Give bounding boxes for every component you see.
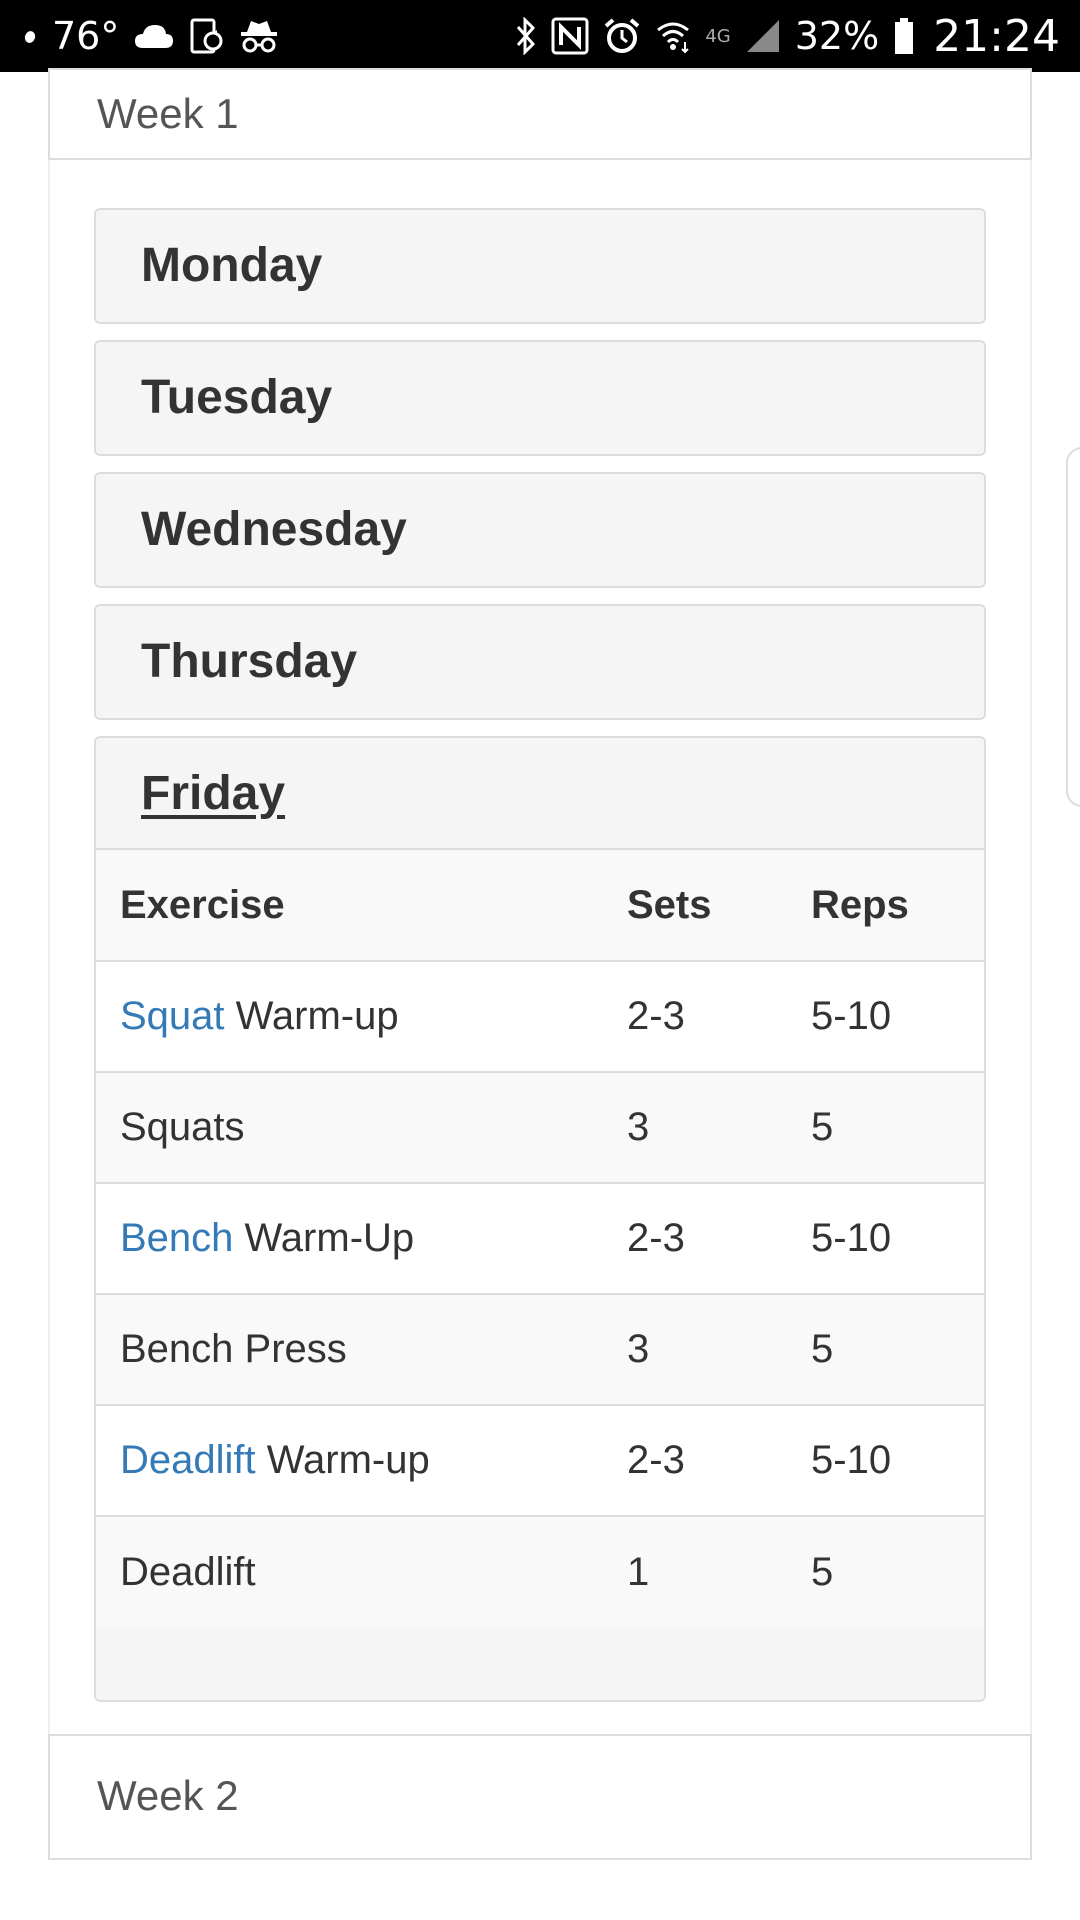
reps-cell: 5-10 xyxy=(787,960,984,1072)
reps-cell: 5 xyxy=(787,1293,984,1405)
sets-cell: 2-3 xyxy=(603,1182,787,1294)
wifi-icon xyxy=(655,18,691,54)
nfc-icon xyxy=(551,17,589,55)
exercise-link-deadlift[interactable]: Deadlift xyxy=(120,1438,256,1482)
day-title-monday: Monday xyxy=(141,239,323,292)
location-dot-icon xyxy=(22,28,38,44)
table-row: Deadlift Warm-up 2-3 5-10 xyxy=(96,1404,984,1516)
day-title-thursday: Thursday xyxy=(141,635,358,688)
battery-icon xyxy=(893,17,915,55)
status-bar-left: 76° xyxy=(22,14,279,58)
sets-cell: 3 xyxy=(603,1293,787,1405)
exercise-cell: Bench Warm-Up xyxy=(96,1182,603,1294)
reps-cell: 5-10 xyxy=(787,1404,984,1516)
table-row: Squats 3 5 xyxy=(96,1071,984,1183)
exercise-cell: Squats xyxy=(96,1071,603,1183)
battery-percent: 32% xyxy=(794,14,880,58)
reps-cell: 5-10 xyxy=(787,1182,984,1294)
day-panel-monday[interactable]: Monday xyxy=(94,208,986,324)
exercise-cell: Squat Warm-up xyxy=(96,960,603,1072)
edge-panel-handle[interactable] xyxy=(1066,447,1080,807)
exercise-cell: Bench Press xyxy=(96,1293,603,1405)
week-2-panel-heading[interactable]: Week 2 xyxy=(48,1734,1032,1860)
sets-cell: 1 xyxy=(603,1515,787,1627)
exercise-table: Exercise Sets Reps Squat Warm-up 2-3 5-1… xyxy=(96,850,984,1627)
column-header-sets: Sets xyxy=(603,850,787,961)
cloud-icon xyxy=(133,22,175,50)
table-row: Squat Warm-up 2-3 5-10 xyxy=(96,960,984,1072)
status-bar: 76° 4G 32% 21:24 xyxy=(0,0,1080,72)
page-content: Week 1 Monday Tuesday Wednesday Thursday… xyxy=(0,68,1080,1920)
day-title-friday[interactable]: Friday xyxy=(141,766,285,821)
exercise-link-squat[interactable]: Squat xyxy=(120,994,225,1038)
alarm-icon xyxy=(603,17,641,55)
day-panel-friday: Friday Exercise Sets Reps Squat Warm-up … xyxy=(94,736,986,1702)
sets-cell: 2-3 xyxy=(603,960,787,1072)
day-panel-wednesday[interactable]: Wednesday xyxy=(94,472,986,588)
status-bar-right: 4G 32% 21:24 xyxy=(515,11,1060,62)
day-panel-friday-heading[interactable]: Friday xyxy=(96,738,984,850)
week-2-title: Week 2 xyxy=(97,1772,239,1819)
signal-icon xyxy=(745,18,781,54)
exercise-cell: Deadlift Warm-up xyxy=(96,1404,603,1516)
day-panel-thursday[interactable]: Thursday xyxy=(94,604,986,720)
table-row: Bench Warm-Up 2-3 5-10 xyxy=(96,1182,984,1294)
week-1-title: Week 1 xyxy=(97,90,239,137)
day-title-tuesday: Tuesday xyxy=(141,371,333,424)
temperature: 76° xyxy=(52,14,120,58)
day-panel-tuesday[interactable]: Tuesday xyxy=(94,340,986,456)
week-1-panel-heading[interactable]: Week 1 xyxy=(48,68,1032,160)
exercise-text: Warm-up xyxy=(255,1438,430,1482)
exercise-text: Warm-up xyxy=(224,994,399,1038)
sets-cell: 3 xyxy=(603,1071,787,1183)
table-row: Deadlift 1 5 xyxy=(96,1515,984,1627)
table-row: Bench Press 3 5 xyxy=(96,1293,984,1405)
screen-rotate-icon xyxy=(189,17,225,55)
exercise-link-bench[interactable]: Bench xyxy=(120,1216,233,1260)
reps-cell: 5 xyxy=(787,1515,984,1627)
table-header-row: Exercise Sets Reps xyxy=(96,850,984,961)
column-header-exercise: Exercise xyxy=(96,850,603,961)
day-title-wednesday: Wednesday xyxy=(141,503,407,556)
exercise-text: Squats xyxy=(120,1105,245,1149)
column-header-reps: Reps xyxy=(787,850,984,961)
exercise-text: Bench Press xyxy=(120,1327,347,1371)
bluetooth-icon xyxy=(515,17,537,55)
sets-cell: 2-3 xyxy=(603,1404,787,1516)
reps-cell: 5 xyxy=(787,1071,984,1183)
exercise-text: Warm-Up xyxy=(233,1216,415,1260)
exercise-cell: Deadlift xyxy=(96,1515,603,1627)
incognito-icon xyxy=(239,18,279,54)
network-type: 4G xyxy=(705,25,731,47)
clock-time: 21:24 xyxy=(933,10,1060,62)
exercise-text: Deadlift xyxy=(120,1549,256,1594)
